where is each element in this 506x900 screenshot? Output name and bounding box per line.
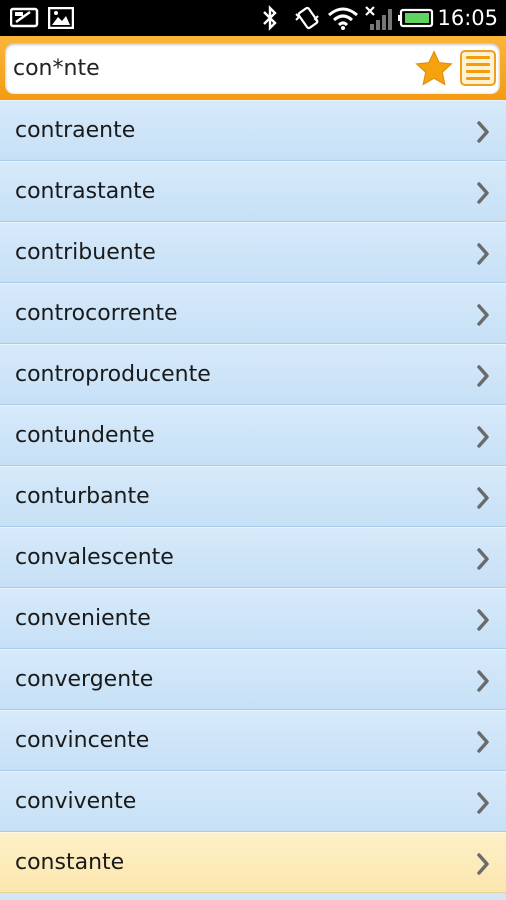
list-item[interactable]: convergente — [0, 649, 506, 710]
bluetooth-icon — [258, 0, 282, 36]
status-bar: 16:05 — [0, 0, 506, 36]
list-item-label: controcorrente — [15, 301, 178, 326]
list-item-label: convalescente — [15, 545, 174, 570]
chevron-right-icon — [477, 182, 489, 204]
chevron-right-icon — [477, 548, 489, 570]
menu-icon[interactable] — [460, 50, 496, 86]
list-item-label: contraente — [15, 118, 136, 143]
list-item[interactable]: contundente — [0, 405, 506, 466]
no-signal-icon — [363, 0, 393, 36]
list-item[interactable]: conturbante — [0, 466, 506, 527]
wifi-icon — [326, 0, 360, 36]
list-item-label: contrastante — [15, 179, 156, 204]
list-item[interactable]: convalescente — [0, 527, 506, 588]
chevron-right-icon — [477, 670, 489, 692]
chevron-right-icon — [477, 731, 489, 753]
list-item[interactable]: contribuente — [0, 222, 506, 283]
list-item-label: convivente — [15, 789, 137, 814]
list-item-label: convergente — [15, 667, 154, 692]
list-item[interactable]: contraente — [0, 100, 506, 161]
search-input[interactable] — [13, 50, 403, 86]
list-item-label: convincente — [15, 728, 150, 753]
search-box — [5, 43, 500, 94]
results-list: contraente contrastante contribuente contro… — [0, 100, 506, 893]
vibrate-icon — [292, 0, 322, 36]
chevron-right-icon — [477, 426, 489, 448]
list-item[interactable]: convincente — [0, 710, 506, 771]
status-clock: 16:05 — [437, 6, 498, 30]
list-item[interactable]: convivente — [0, 771, 506, 832]
chevron-right-icon — [477, 609, 489, 631]
list-item-label: controproducente — [15, 362, 211, 387]
screen-icon — [8, 0, 42, 36]
list-item[interactable]: controproducente — [0, 344, 506, 405]
list-item[interactable]: contrastante — [0, 161, 506, 222]
list-item-label: contribuente — [15, 240, 156, 265]
list-item-label: conturbante — [15, 484, 150, 509]
list-item[interactable]: constante — [0, 832, 506, 893]
search-bar — [0, 36, 506, 100]
image-icon — [46, 0, 76, 36]
list-item-label: constante — [15, 850, 125, 875]
list-item-label: conveniente — [15, 606, 151, 631]
list-item[interactable]: conveniente — [0, 588, 506, 649]
chevron-right-icon — [477, 243, 489, 265]
chevron-right-icon — [477, 487, 489, 509]
list-item-label: contundente — [15, 423, 155, 448]
chevron-right-icon — [477, 304, 489, 326]
chevron-right-icon — [477, 792, 489, 814]
chevron-right-icon — [477, 121, 489, 143]
chevron-right-icon — [477, 853, 489, 875]
battery-icon — [397, 0, 435, 36]
chevron-right-icon — [477, 365, 489, 387]
list-item[interactable]: controcorrente — [0, 283, 506, 344]
favorites-star-icon[interactable] — [415, 50, 453, 87]
